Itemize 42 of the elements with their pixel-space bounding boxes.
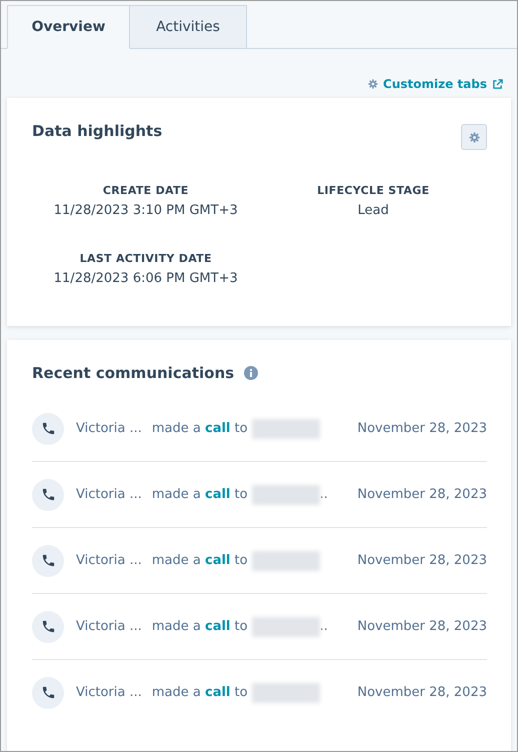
field-value: Lead (358, 203, 389, 218)
activity-text: made a call to (152, 421, 248, 436)
author-name: Victoria ... (76, 421, 142, 436)
card-title: Recent communications (32, 364, 234, 382)
blurred-contact (252, 550, 320, 570)
external-link-icon (492, 78, 503, 90)
phone-icon (40, 487, 56, 502)
field-label: CREATE DATE (102, 184, 189, 197)
blurred-contact (252, 418, 320, 438)
phone-icon (40, 421, 56, 436)
activity-date: November 28, 2023 (357, 553, 487, 568)
activity-date: November 28, 2023 (357, 685, 487, 700)
phone-icon (40, 685, 56, 700)
activity-date: November 28, 2023 (357, 421, 487, 436)
phone-icon (40, 553, 56, 568)
field-label: LAST ACTIVITY DATE (80, 252, 212, 265)
info-icon (244, 366, 258, 380)
activity-text: made a call to (152, 553, 248, 568)
author-name: Victoria ... (76, 619, 142, 634)
field-value: 11/28/2023 6:06 PM GMT+3 (54, 271, 238, 286)
blurred-contact (252, 616, 320, 636)
activity-text: made a call to (152, 487, 248, 502)
field-value: 11/28/2023 3:10 PM GMT+3 (54, 203, 238, 218)
ellipsis-text: .. (320, 619, 328, 634)
tab[interactable]: Activities (130, 5, 247, 48)
ellipsis-text: .. (320, 487, 328, 502)
activity-date: November 28, 2023 (357, 619, 487, 634)
author-name: Victoria ... (76, 553, 142, 568)
activity-text: made a call to (152, 685, 248, 700)
field-label: LIFECYCLE STAGE (317, 184, 430, 197)
gear-icon (368, 79, 378, 89)
settings-icon (468, 132, 480, 142)
phone-icon (40, 619, 56, 634)
author-name: Victoria ... (76, 487, 142, 502)
tab[interactable]: Overview (7, 5, 130, 49)
card-title: Data highlights (32, 122, 162, 140)
activity-text: made a call to (152, 619, 248, 634)
activity-date: November 28, 2023 (357, 487, 487, 502)
settings-button[interactable] (461, 124, 487, 150)
blurred-contact (252, 682, 320, 702)
blurred-contact (252, 484, 320, 504)
author-name: Victoria ... (76, 685, 142, 700)
